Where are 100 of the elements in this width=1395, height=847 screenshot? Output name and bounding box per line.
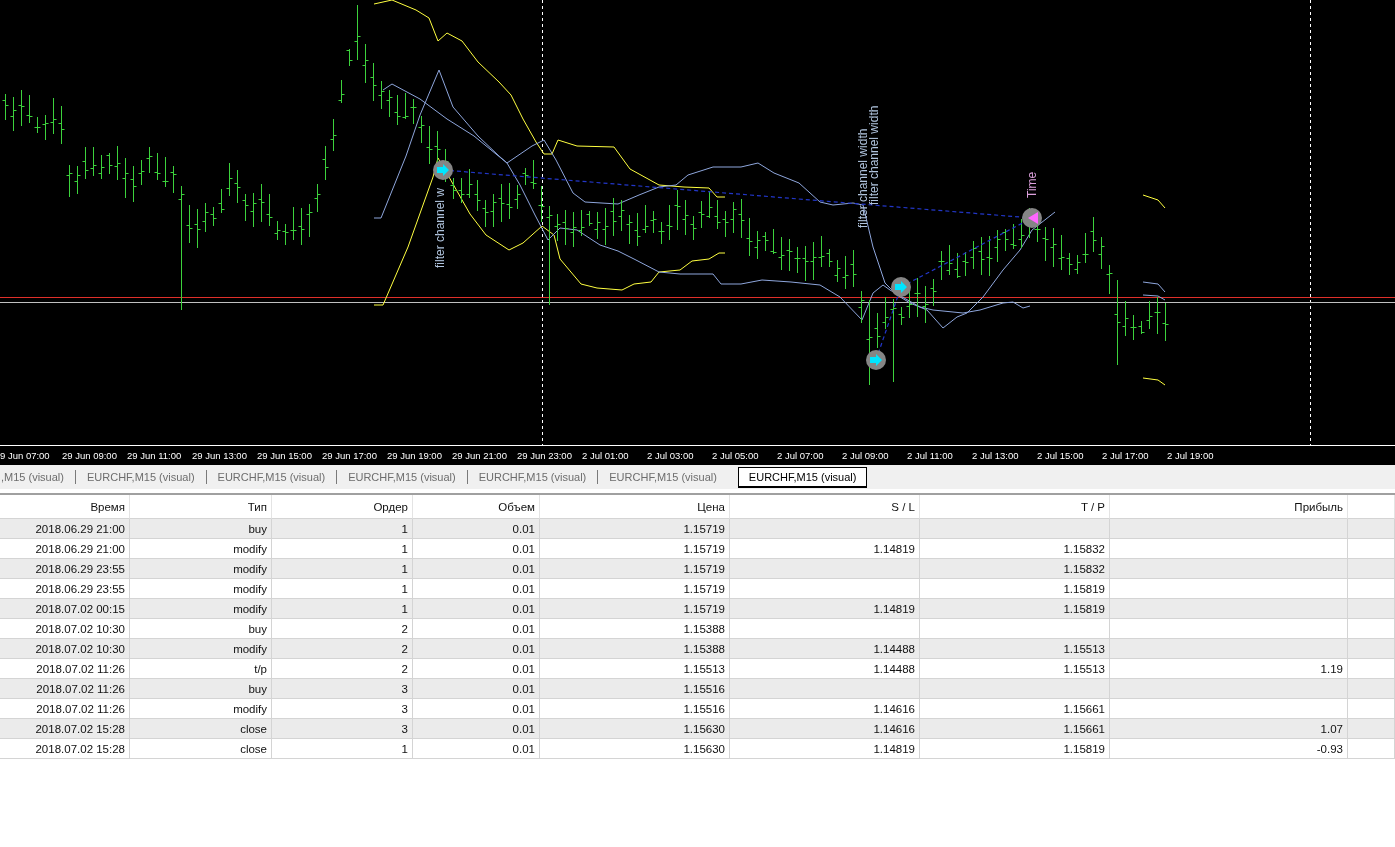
table-cell: 1.14488: [730, 659, 920, 679]
time-label: 2 Jul 03:00: [646, 449, 695, 463]
table-cell: 2: [272, 619, 413, 639]
chart-tab[interactable]: EURCHF,M15 (visual): [206, 467, 337, 487]
chart-annotation: filter channel width: [856, 128, 870, 228]
table-cell: 2018.07.02 11:26: [0, 679, 130, 699]
time-label: 29 Jun 11:00: [126, 449, 183, 463]
table-cell: 0.01: [413, 659, 540, 679]
table-cell: 3: [272, 699, 413, 719]
table-cell: 2: [272, 639, 413, 659]
table-cell: 0.01: [413, 619, 540, 639]
table-cell: 1.15516: [540, 679, 730, 699]
time-label: 29 Jun 15:00: [256, 449, 313, 463]
table-cell: 2018.06.29 21:00: [0, 539, 130, 559]
table-cell: buy: [130, 619, 272, 639]
table-cell: 1.14819: [730, 599, 920, 619]
table-cell: 1.15388: [540, 619, 730, 639]
table-cell: 2018.06.29 23:55: [0, 579, 130, 599]
table-cell: 0.01: [413, 559, 540, 579]
table-cell: 1.07: [1110, 719, 1348, 739]
table-cell: 1.15388: [540, 639, 730, 659]
table-cell: 1.15819: [920, 579, 1110, 599]
column-header[interactable]: Объем: [413, 495, 540, 519]
table-cell: modify: [130, 599, 272, 619]
table-cell: 1: [272, 739, 413, 759]
table-cell: 0.01: [413, 739, 540, 759]
table-cell: 3: [272, 679, 413, 699]
time-label: 29 Jun 09:00: [61, 449, 118, 463]
table-cell: modify: [130, 559, 272, 579]
table-cell: 1.14819: [730, 539, 920, 559]
time-label: 2 Jul 07:00: [776, 449, 825, 463]
table-cell: modify: [130, 699, 272, 719]
time-label: 2 Jul 05:00: [711, 449, 760, 463]
table-cell: 1.15719: [540, 519, 730, 539]
time-label: 2 Jul 15:00: [1036, 449, 1085, 463]
table-cell: 3: [272, 719, 413, 739]
table-cell: 1.15719: [540, 539, 730, 559]
table-cell: modify: [130, 539, 272, 559]
table-cell: buy: [130, 679, 272, 699]
chart-tab[interactable]: EURCHF,M15 (visual): [737, 466, 868, 488]
time-label: 9 Jun 07:00: [0, 449, 51, 463]
table-cell: 1.15630: [540, 739, 730, 759]
column-header[interactable]: T / P: [920, 495, 1110, 519]
table-cell: 2018.06.29 23:55: [0, 559, 130, 579]
table-cell: 1.15516: [540, 699, 730, 719]
table-cell: 2018.07.02 10:30: [0, 619, 130, 639]
table-cell: 1.15819: [920, 599, 1110, 619]
table-cell: 1: [272, 579, 413, 599]
table-cell: buy: [130, 519, 272, 539]
time-label: 2 Jul 11:00: [906, 449, 954, 463]
table-cell: 0.01: [413, 719, 540, 739]
table-cell: 2018.07.02 10:30: [0, 639, 130, 659]
time-label: 29 Jun 21:00: [451, 449, 508, 463]
table-cell: close: [130, 739, 272, 759]
table-cell: 1.15719: [540, 559, 730, 579]
table-cell: 2018.07.02 15:28: [0, 719, 130, 739]
time-label: 29 Jun 13:00: [191, 449, 248, 463]
chart-tab[interactable]: EURCHF,M15 (visual): [75, 467, 206, 487]
table-cell: 1.19: [1110, 659, 1348, 679]
table-cell: 1.15630: [540, 719, 730, 739]
table-cell: 1.15719: [540, 579, 730, 599]
column-header[interactable]: Прибыль: [1110, 495, 1348, 519]
table-cell: 1.15661: [920, 699, 1110, 719]
table-cell: 2018.07.02 11:26: [0, 699, 130, 719]
chart-tab[interactable]: ,M15 (visual): [0, 467, 75, 487]
chart-tab[interactable]: EURCHF,M15 (visual): [598, 467, 728, 487]
table-cell: modify: [130, 579, 272, 599]
time-label: 2 Jul 19:00: [1166, 449, 1215, 463]
trade-marker-icon: [866, 350, 886, 370]
table-cell: 1.15719: [540, 599, 730, 619]
time-label: 2 Jul 13:00: [971, 449, 1020, 463]
table-cell: 0.01: [413, 539, 540, 559]
table-cell: 1: [272, 539, 413, 559]
table-cell: 0.01: [413, 599, 540, 619]
table-cell: 1.14819: [730, 739, 920, 759]
table-cell: 1.14616: [730, 699, 920, 719]
table-cell: -0.93: [1110, 739, 1348, 759]
time-label: 2 Jul 17:00: [1101, 449, 1150, 463]
table-cell: 1.14616: [730, 719, 920, 739]
column-header[interactable]: Время: [0, 495, 130, 519]
table-cell: 0.01: [413, 699, 540, 719]
column-header[interactable]: Ордер: [272, 495, 413, 519]
table-cell: 2: [272, 659, 413, 679]
table-cell: t/p: [130, 659, 272, 679]
table-cell: 1.14488: [730, 639, 920, 659]
table-cell: 1.15513: [540, 659, 730, 679]
column-header[interactable]: Цена: [540, 495, 730, 519]
chart-tab[interactable]: EURCHF,M15 (visual): [467, 467, 598, 487]
trade-marker-icon: [433, 160, 453, 180]
table-cell: 0.01: [413, 639, 540, 659]
chart-tab[interactable]: EURCHF,M15 (visual): [337, 467, 467, 487]
column-header[interactable]: S / L: [730, 495, 920, 519]
table-cell: 2018.07.02 00:15: [0, 599, 130, 619]
chart-annotation: Time: [1025, 171, 1039, 198]
table-cell: 1.15513: [920, 659, 1110, 679]
column-header[interactable]: Тип: [130, 495, 272, 519]
time-label: 29 Jun 19:00: [386, 449, 443, 463]
chart-annotation: filter channel width: [867, 105, 881, 205]
trade-marker-icon: [1022, 208, 1042, 228]
chart-annotation: filter channel w: [433, 187, 447, 268]
